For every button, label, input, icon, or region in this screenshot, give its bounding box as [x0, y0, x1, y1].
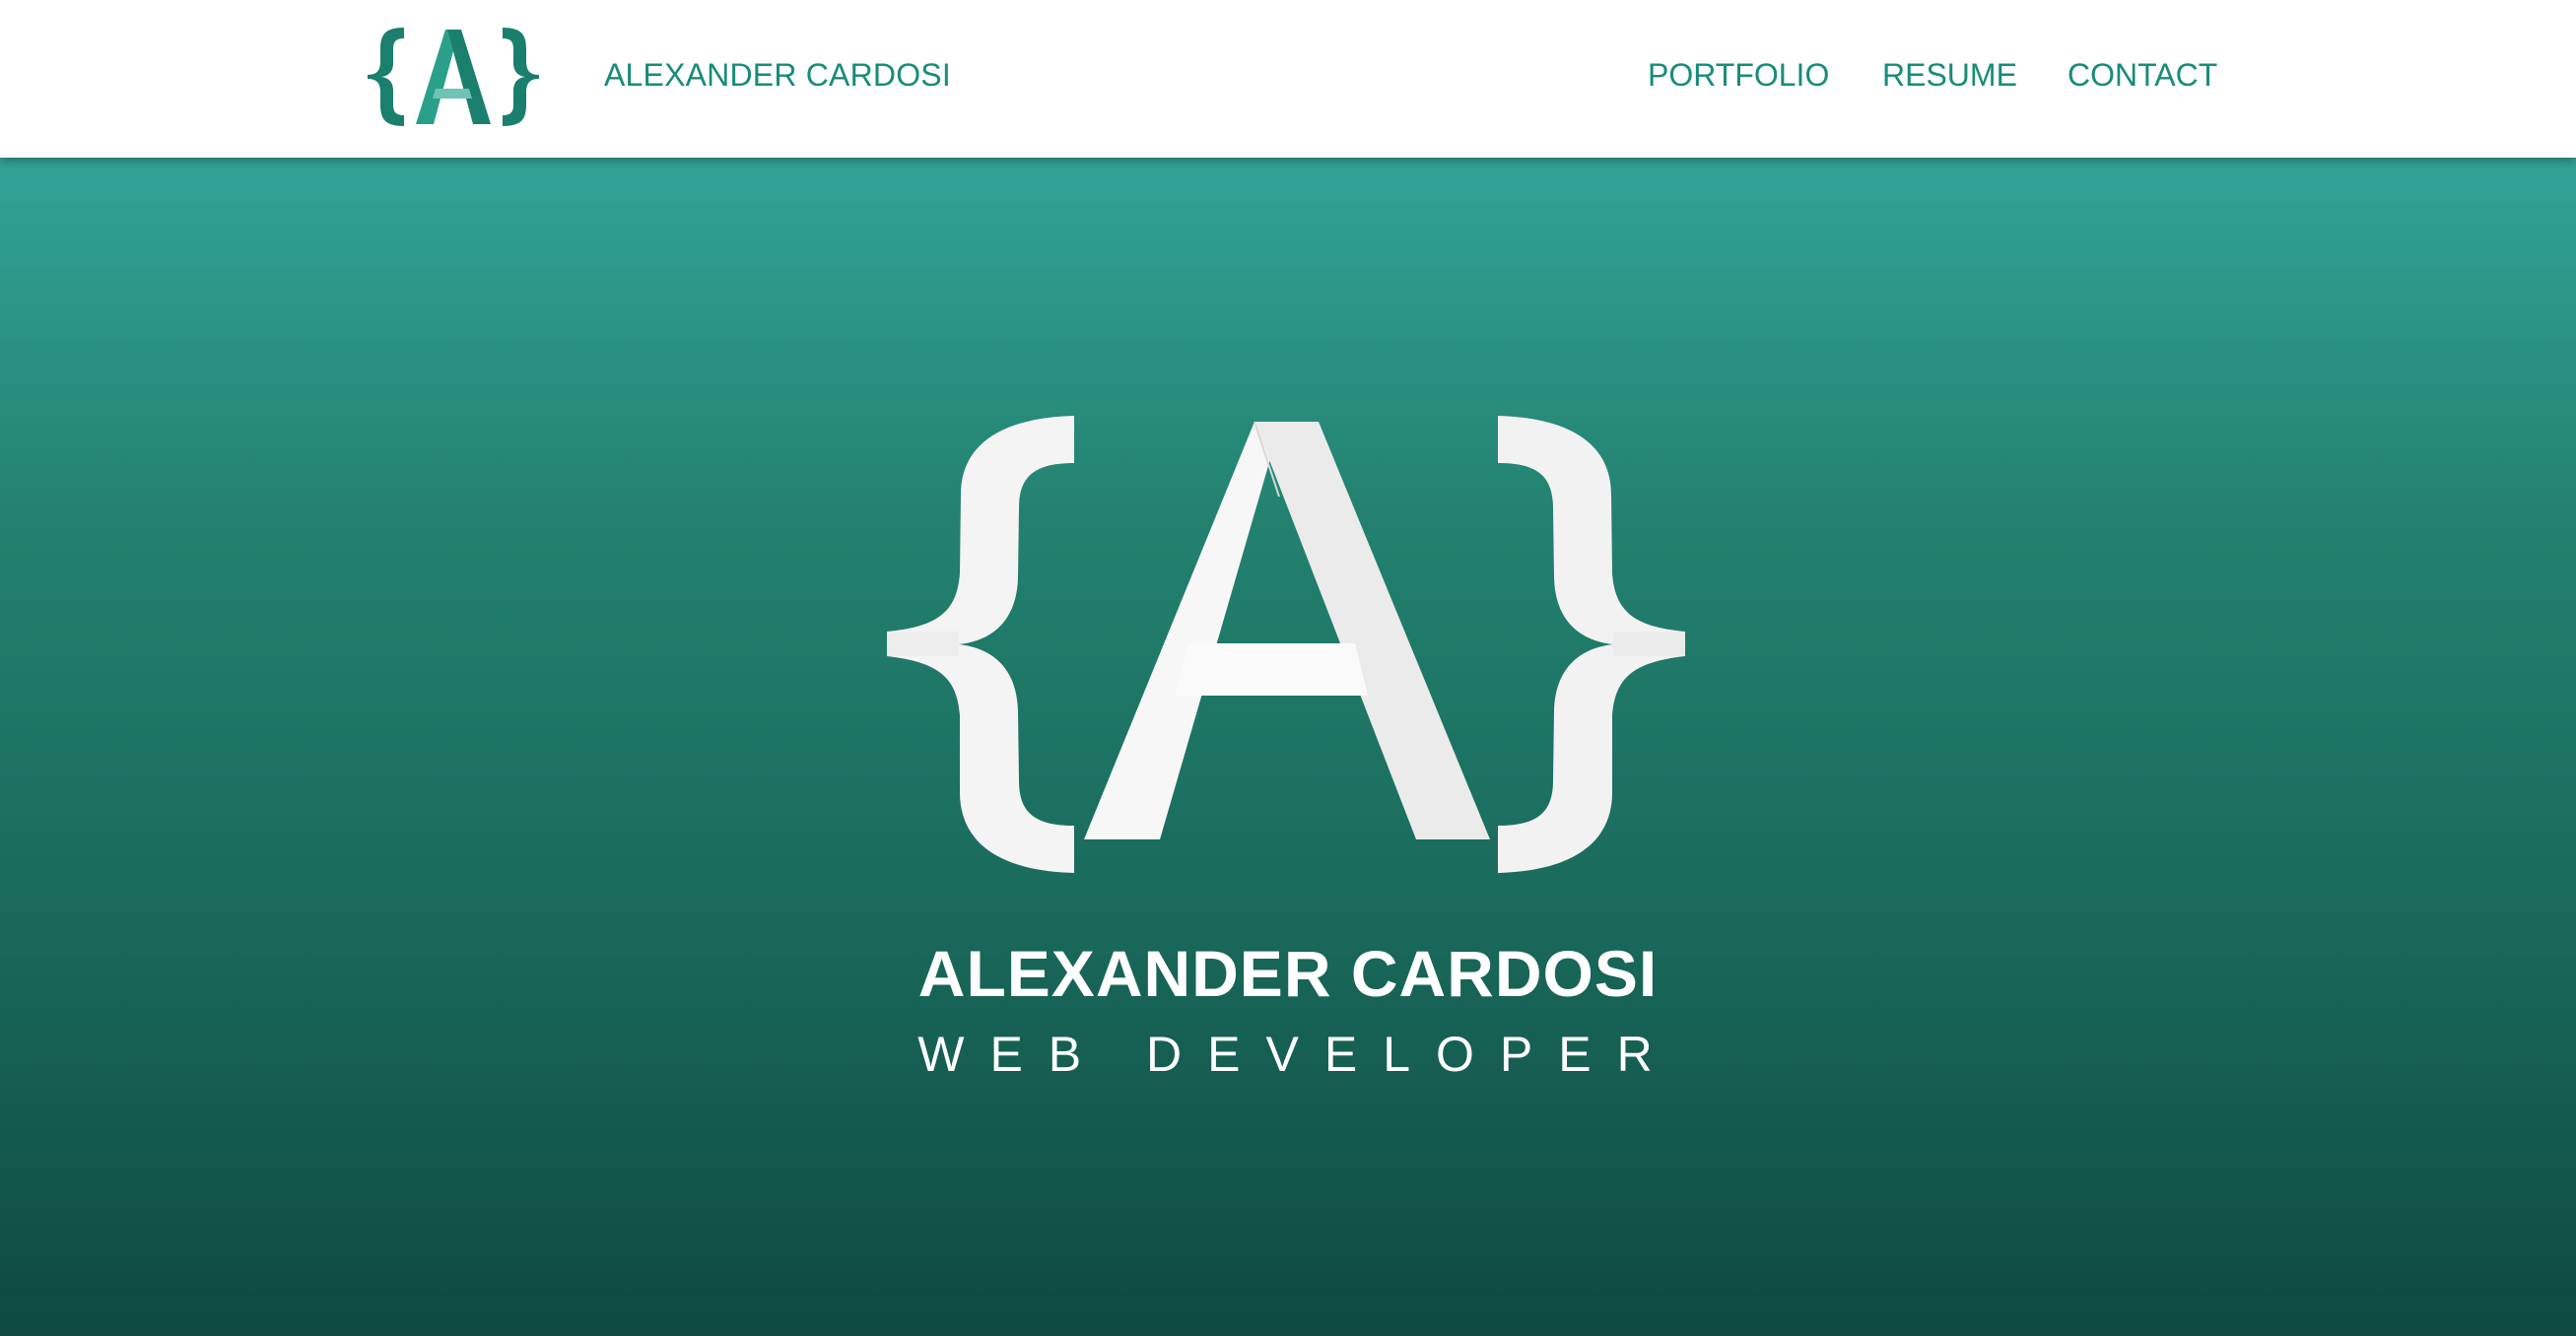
brand-name-link[interactable]: ALEXANDER CARDOSI	[604, 57, 951, 94]
top-navbar: ALEXANDER CARDOSI PORTFOLIO RESUME CONTA…	[0, 0, 2576, 158]
main-nav: PORTFOLIO RESUME CONTACT	[1648, 57, 2217, 100]
nav-link-portfolio[interactable]: PORTFOLIO	[1648, 57, 1829, 94]
brand-logo-icon[interactable]	[365, 22, 542, 132]
hero-section: ALEXANDER CARDOSI WEB DEVELOPER	[0, 158, 2576, 1336]
hero-name-heading: ALEXANDER CARDOSI	[917, 937, 1659, 1010]
nav-link-contact[interactable]: CONTACT	[2068, 57, 2217, 94]
nav-link-resume[interactable]: RESUME	[1882, 57, 2017, 94]
hero-role-subtitle: WEB DEVELOPER	[917, 1027, 1678, 1082]
